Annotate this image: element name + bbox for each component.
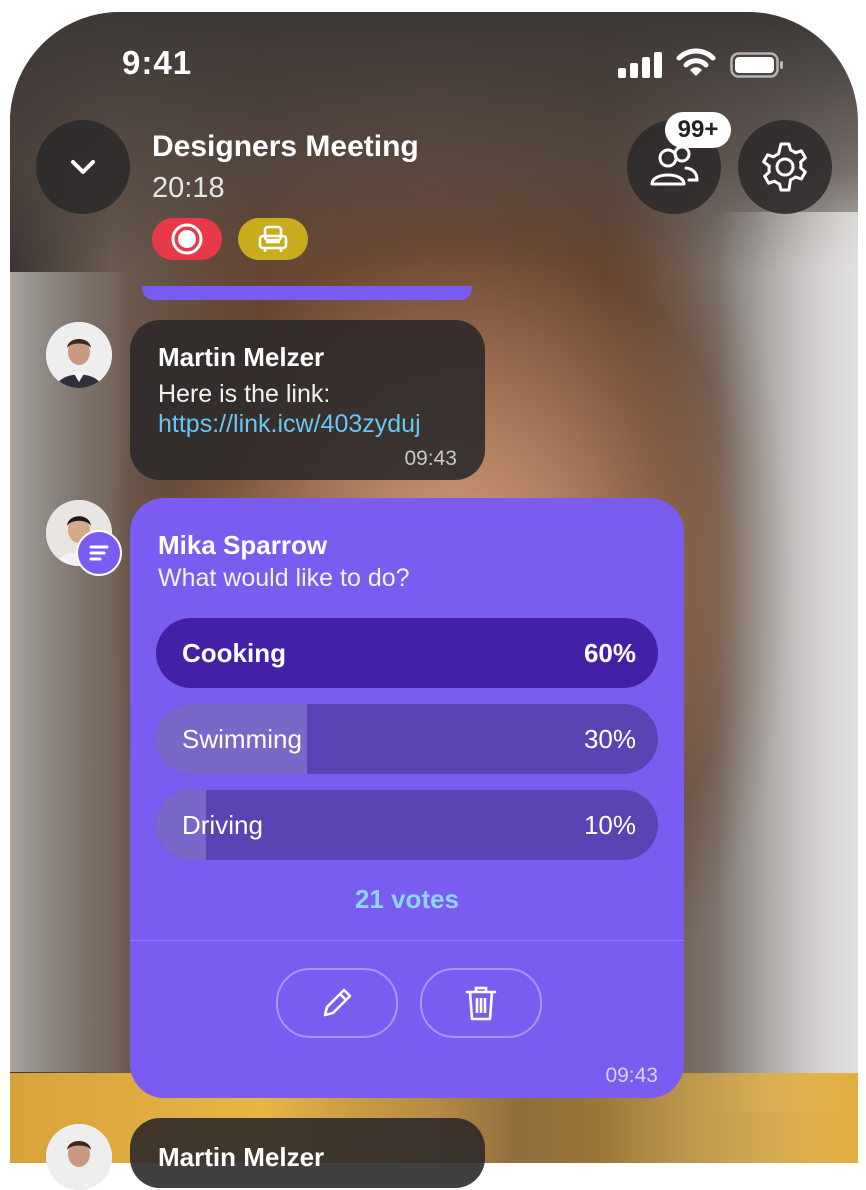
pencil-icon xyxy=(323,988,352,1017)
avatar xyxy=(46,1124,112,1190)
poll-option-label: Driving xyxy=(182,810,263,840)
poll-indicator xyxy=(76,530,122,576)
record-icon xyxy=(171,223,203,255)
signal-icon xyxy=(618,52,662,78)
settings-button[interactable] xyxy=(738,120,832,214)
poll-option-label: Swimming xyxy=(182,724,302,754)
divider xyxy=(130,940,684,941)
status-time: 9:41 xyxy=(122,44,193,81)
poll-option-percent: 10% xyxy=(583,810,636,840)
meeting-elapsed-time: 20:18 xyxy=(152,172,225,204)
chat-message: Martin Melzer Here is the link: https://… xyxy=(130,320,485,480)
edit-poll-button[interactable] xyxy=(276,968,398,1038)
poll-option-percent: 30% xyxy=(583,724,636,754)
sender-name: Martin Melzer xyxy=(158,342,325,372)
poll-option[interactable]: Driving 10% xyxy=(156,790,658,860)
sender-name: Mika Sparrow xyxy=(158,530,328,560)
chevron-down-icon xyxy=(71,160,95,174)
message-time: 09:43 xyxy=(404,447,457,470)
trash-icon xyxy=(465,986,497,1021)
poll-option-label: Cooking xyxy=(182,638,286,668)
collapse-button[interactable] xyxy=(36,120,130,214)
poll-card: Mika Sparrow What would like to do? Cook… xyxy=(130,498,684,1098)
delete-poll-button[interactable] xyxy=(420,968,542,1038)
poll-icon xyxy=(89,545,109,561)
chat-panel-handle[interactable] xyxy=(142,286,472,300)
avatar xyxy=(46,322,112,388)
seat-button[interactable] xyxy=(238,218,308,260)
wifi-icon xyxy=(676,48,716,76)
poll-option[interactable]: Cooking 60% xyxy=(156,618,658,688)
meeting-title: Designers Meeting xyxy=(152,130,419,163)
poll-votes: 21 votes xyxy=(354,884,460,914)
chat-message: Martin Melzer xyxy=(130,1118,485,1188)
message-text: Here is the link: xyxy=(158,380,331,408)
poll-option-percent: 60% xyxy=(583,638,636,668)
participants-count-badge: 99+ xyxy=(665,112,731,148)
gear-icon xyxy=(762,142,807,192)
poll-option[interactable]: Swimming 30% xyxy=(156,704,658,774)
battery-icon xyxy=(730,52,783,78)
message-link[interactable]: https://link.icw/403zyduj xyxy=(158,410,421,439)
message-time: 09:43 xyxy=(605,1064,658,1087)
armchair-icon xyxy=(258,225,288,252)
sender-name: Martin Melzer xyxy=(158,1142,325,1172)
poll-question: What would like to do? xyxy=(158,564,410,592)
participants-icon xyxy=(650,145,699,186)
record-button[interactable] xyxy=(152,218,222,260)
